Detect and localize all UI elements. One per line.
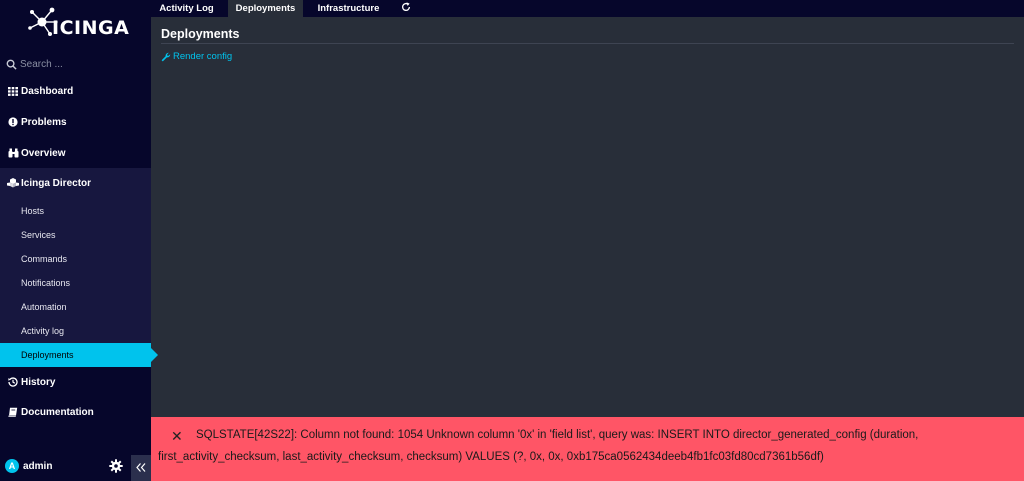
- nav-director-hosts[interactable]: Hosts: [0, 199, 151, 223]
- nav-director-notifications[interactable]: Notifications: [0, 271, 151, 295]
- nav-documentation[interactable]: Documentation: [0, 397, 151, 427]
- search-icon: [6, 57, 17, 75]
- dashboard-grid-icon: [5, 86, 21, 96]
- nav-overview[interactable]: Overview: [0, 138, 151, 168]
- collapse-sidebar-button[interactable]: [131, 455, 151, 481]
- nav-problems-label: Problems: [21, 116, 67, 128]
- user-name: admin: [23, 460, 53, 472]
- tab-bar: Activity Log Deployments Infrastructure: [151, 0, 1024, 17]
- render-config-label: Render config: [173, 51, 233, 62]
- nav-icinga-director-label: Icinga Director: [21, 177, 92, 189]
- nav-icinga-director[interactable]: Icinga Director: [0, 168, 151, 198]
- nav-director-automation[interactable]: Automation: [0, 295, 151, 319]
- nav-overview-label: Overview: [21, 147, 66, 159]
- wrench-icon: [161, 52, 171, 62]
- tab-deployments[interactable]: Deployments: [228, 0, 303, 17]
- tab-activity-log[interactable]: Activity Log: [151, 0, 222, 17]
- brand-name: icinga: [52, 17, 130, 39]
- nav-documentation-label: Documentation: [21, 406, 94, 418]
- sidebar: icinga Dashboard Problems Overview Icing…: [0, 0, 158, 481]
- error-notification: ✕ SQLSTATE[42S22]: Column not found: 105…: [151, 417, 1024, 481]
- main-content: Deployments Render config: [151, 17, 1024, 417]
- error-message: SQLSTATE[42S22]: Column not found: 1054 …: [158, 429, 919, 463]
- nav-director-deployments[interactable]: Deployments: [0, 343, 158, 367]
- director-section: Icinga Director Hosts Services Commands …: [0, 168, 158, 367]
- search-input[interactable]: [20, 56, 140, 72]
- binoculars-icon: [5, 148, 21, 158]
- refresh-icon: [401, 2, 411, 15]
- cubes-icon: [5, 178, 21, 188]
- nav-dashboard[interactable]: Dashboard: [0, 76, 151, 106]
- exclamation-circle-icon: [5, 117, 21, 127]
- book-icon: [5, 407, 21, 417]
- nav-history-label: History: [21, 376, 56, 388]
- render-config-link[interactable]: Render config: [161, 51, 232, 62]
- nav-director-activity-log[interactable]: Activity log: [0, 319, 151, 343]
- gear-icon[interactable]: [109, 459, 124, 474]
- double-chevron-left-icon: [136, 459, 146, 477]
- search-box: [0, 56, 151, 72]
- avatar: A: [5, 459, 19, 473]
- history-icon: [5, 377, 21, 387]
- refresh-button[interactable]: [397, 0, 415, 17]
- page-title: Deployments: [161, 27, 240, 41]
- nav-dashboard-label: Dashboard: [21, 85, 74, 97]
- nav-director-commands[interactable]: Commands: [0, 247, 151, 271]
- title-divider: [161, 43, 1014, 44]
- user-menu[interactable]: A admin: [5, 458, 52, 474]
- nav-history[interactable]: History: [0, 367, 151, 397]
- nav-director-services[interactable]: Services: [0, 223, 151, 247]
- tab-infrastructure[interactable]: Infrastructure: [311, 0, 386, 17]
- nav-problems[interactable]: Problems: [0, 107, 151, 137]
